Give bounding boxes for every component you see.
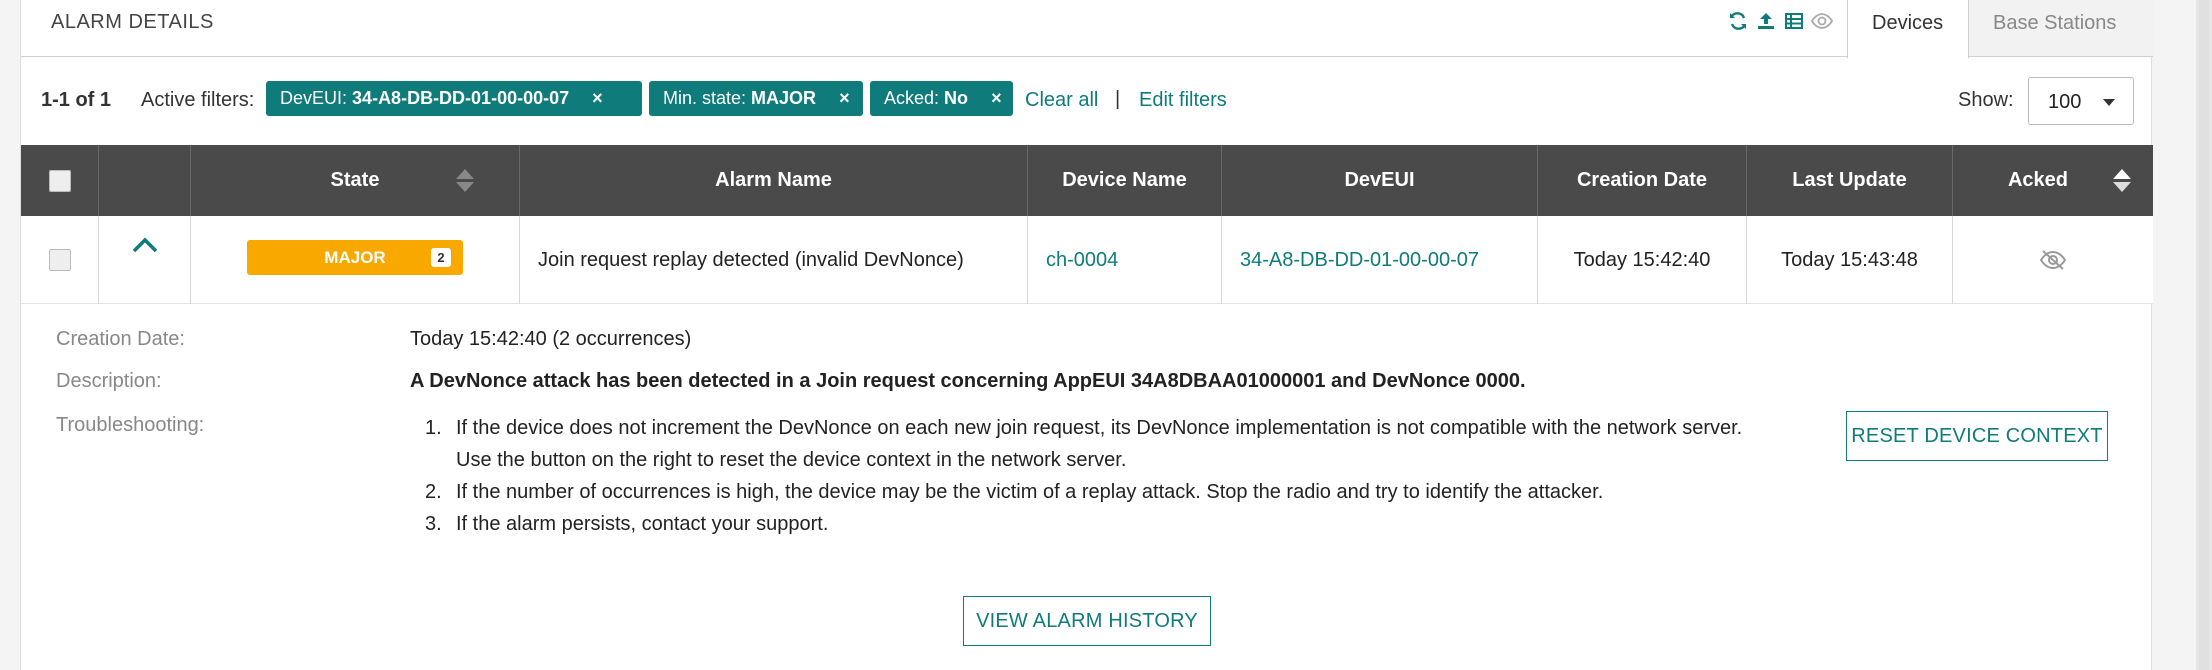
page-size-select[interactable]: 100 bbox=[2028, 77, 2134, 125]
list-item: 1. If the device does not increment the D… bbox=[425, 417, 1743, 471]
chevron-down-icon bbox=[2103, 99, 2115, 106]
column-header-device-name[interactable]: Device Name bbox=[1028, 145, 1222, 216]
result-count: 1-1 of 1 bbox=[41, 89, 112, 111]
reset-device-context-button[interactable]: RESET DEVICE CONTEXT bbox=[1846, 411, 2108, 461]
page-scrollbar[interactable] bbox=[2196, 0, 2212, 670]
view-alarm-history-button[interactable]: VIEW ALARM HISTORY bbox=[963, 596, 1211, 646]
clear-all-link[interactable]: Clear all bbox=[1025, 89, 1098, 112]
filters-bar: 1-1 of 1 Active filters: DevEUI: 34-A8-D… bbox=[21, 57, 2153, 145]
column-header-last-update[interactable]: Last Update bbox=[1747, 145, 1953, 216]
sort-icon[interactable] bbox=[456, 169, 474, 192]
scrollbar-thumb[interactable] bbox=[2199, 0, 2209, 670]
alarm-name-cell: Join request replay detected (invalid De… bbox=[520, 216, 1028, 304]
eye-icon[interactable] bbox=[1811, 10, 1833, 32]
device-name-link[interactable]: ch-0004 bbox=[1046, 249, 1118, 272]
column-label: DevEUI bbox=[1344, 169, 1415, 191]
close-icon[interactable]: × bbox=[991, 88, 1002, 108]
state-label: MAJOR bbox=[324, 247, 386, 267]
page-size-value: 100 bbox=[2048, 91, 2082, 113]
column-label: Creation Date bbox=[1576, 169, 1708, 191]
tab-devices[interactable]: Devices bbox=[1847, 0, 1969, 58]
tab-base-stations[interactable]: Base Stations bbox=[1969, 0, 2153, 57]
panel-title: ALARM DETAILS bbox=[51, 11, 214, 33]
troubleshooting-label: Troubleshooting: bbox=[56, 414, 205, 436]
filter-chip-min-state: Min. state: MAJOR × bbox=[649, 81, 863, 116]
chip-value: No bbox=[944, 88, 969, 108]
list-item: 3. If the alarm persists, contact your su… bbox=[425, 513, 829, 535]
alarm-details: Creation Date: Today 15:42:40 (2 occurre… bbox=[21, 304, 2153, 670]
expand-cell bbox=[99, 216, 191, 304]
creation-date-cell: Today 15:42:40 bbox=[1538, 216, 1747, 304]
state-cell: MAJOR 2 bbox=[191, 216, 520, 304]
table-icon[interactable] bbox=[1783, 10, 1805, 32]
column-label: State bbox=[330, 169, 380, 191]
deveui-link[interactable]: 34-A8-DB-DD-01-00-00-07 bbox=[1240, 249, 1479, 272]
page-size-label: Show: bbox=[1958, 89, 2014, 111]
filter-chip-deveui: DevEUI: 34-A8-DB-DD-01-00-00-07 × bbox=[266, 81, 642, 116]
column-label: Alarm Name bbox=[715, 169, 832, 191]
column-header-deveui[interactable]: DevEUI bbox=[1222, 145, 1538, 216]
status-badge: MAJOR 2 bbox=[247, 240, 463, 275]
edit-filters-link[interactable]: Edit filters bbox=[1139, 89, 1227, 112]
acked-cell bbox=[1953, 216, 2153, 304]
sort-icon[interactable] bbox=[2113, 169, 2131, 192]
chip-value: MAJOR bbox=[751, 88, 817, 108]
table-header: State Alarm Name Device Name DevEUI Crea… bbox=[21, 145, 2153, 216]
last-update-cell: Today 15:43:48 bbox=[1747, 216, 1953, 304]
creation-date-label: Creation Date: bbox=[56, 328, 185, 350]
chip-key: Acked: bbox=[884, 88, 940, 108]
panel-header: ALARM DETAILS Devices Base Stations bbox=[21, 0, 2153, 58]
filter-chip-acked: Acked: No × bbox=[870, 81, 1013, 116]
list-item: 2. If the number of occurrences is high, … bbox=[425, 481, 1604, 503]
troubleshooting-steps: 1. If the device does not increment the D… bbox=[410, 412, 1780, 540]
row-checkbox[interactable] bbox=[48, 249, 71, 271]
column-header-acked[interactable]: Acked bbox=[1953, 145, 2153, 216]
chip-value: 34-A8-DB-DD-01-00-00-07 bbox=[352, 88, 570, 108]
chevron-up-icon[interactable] bbox=[131, 236, 159, 254]
column-label: Last Update bbox=[1792, 169, 1907, 191]
header-toolbar bbox=[1727, 10, 1833, 32]
creation-date-value: Today 15:42:40 (2 occurrences) bbox=[410, 328, 692, 350]
alarm-panel: ALARM DETAILS Devices Base Stations 1-1 … bbox=[20, 0, 2153, 670]
active-filters-label: Active filters: bbox=[141, 89, 255, 111]
device-name-cell: ch-0004 bbox=[1028, 216, 1222, 304]
refresh-icon[interactable] bbox=[1727, 10, 1749, 32]
close-icon[interactable]: × bbox=[592, 88, 603, 108]
description-value: A DevNonce attack has been detected in a… bbox=[410, 370, 1526, 392]
select-all-cell bbox=[21, 145, 99, 216]
column-header-creation-date[interactable]: Creation Date bbox=[1538, 145, 1747, 216]
close-icon[interactable]: × bbox=[839, 88, 850, 108]
upload-icon[interactable] bbox=[1755, 10, 1777, 32]
filters-separator: | bbox=[1115, 88, 1121, 110]
description-label: Description: bbox=[56, 370, 162, 392]
column-label: Acked bbox=[2007, 169, 2069, 191]
occurrence-count: 2 bbox=[431, 248, 451, 267]
column-label: Device Name bbox=[1062, 169, 1187, 191]
column-header-state[interactable]: State bbox=[191, 145, 520, 216]
row-select-cell bbox=[21, 216, 99, 304]
expand-column-header bbox=[99, 145, 191, 216]
deveui-cell: 34-A8-DB-DD-01-00-00-07 bbox=[1222, 216, 1538, 304]
chip-key: Min. state: bbox=[663, 88, 747, 108]
table-row[interactable]: MAJOR 2 Join request replay detected (in… bbox=[21, 216, 2153, 304]
select-all-checkbox[interactable] bbox=[48, 169, 71, 192]
eye-off-icon[interactable] bbox=[2039, 249, 2067, 271]
chip-key: DevEUI: bbox=[280, 88, 348, 108]
column-header-alarm-name[interactable]: Alarm Name bbox=[520, 145, 1028, 216]
